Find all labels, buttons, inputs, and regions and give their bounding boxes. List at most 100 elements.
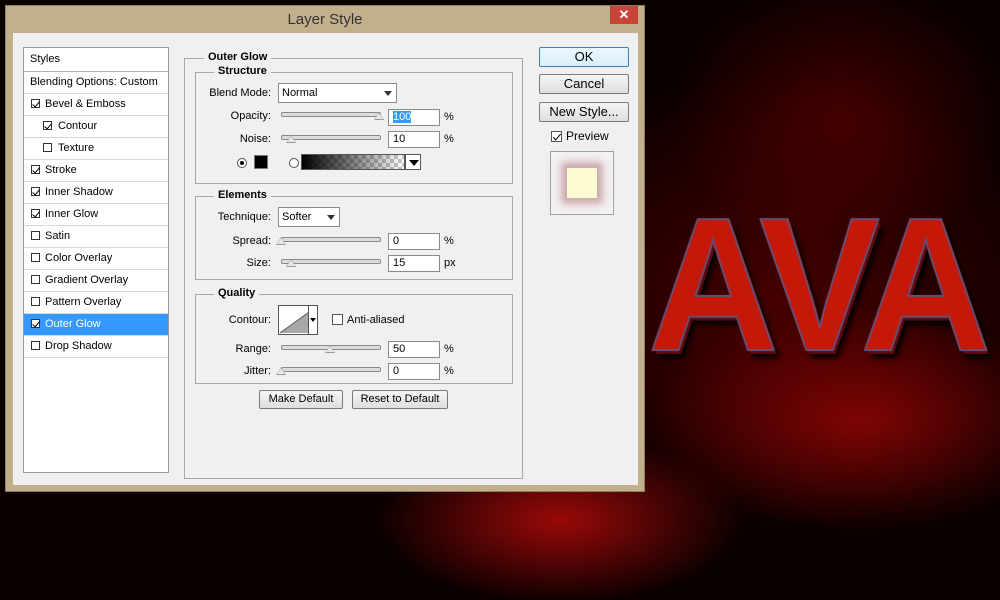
range-input[interactable]: 50	[388, 341, 440, 358]
technique-value: Softer	[282, 211, 312, 223]
spread-label: Spread:	[232, 235, 271, 247]
spread-input[interactable]: 0	[388, 233, 440, 250]
style-item-checkbox[interactable]	[31, 187, 40, 196]
blend-mode-value: Normal	[282, 87, 318, 99]
layer-style-dialog: Layer Style ✕ Styles Blending Options: C…	[5, 5, 645, 492]
jitter-value: 0	[393, 365, 400, 377]
elements-title: Elements	[214, 189, 271, 201]
style-item-label: Gradient Overlay	[45, 274, 129, 286]
styles-panel: Styles Blending Options: Custom Bevel & …	[23, 47, 169, 473]
ok-button[interactable]: OK	[539, 47, 629, 67]
style-item-label: Texture	[58, 142, 95, 154]
range-slider-thumb[interactable]	[325, 345, 335, 353]
structure-title: Structure	[214, 65, 271, 77]
glow-gradient-picker[interactable]	[301, 154, 405, 170]
make-default-button[interactable]: Make Default	[259, 390, 343, 409]
style-item-bevel-emboss[interactable]: Bevel & Emboss	[24, 94, 168, 116]
style-item-checkbox[interactable]	[31, 297, 40, 306]
size-label: Size:	[246, 257, 271, 269]
style-item-checkbox[interactable]	[31, 209, 40, 218]
style-item-gradient-overlay[interactable]: Gradient Overlay	[24, 270, 168, 292]
style-item-checkbox[interactable]	[31, 165, 40, 174]
style-item-pattern-overlay[interactable]: Pattern Overlay	[24, 292, 168, 314]
style-item-drop-shadow[interactable]: Drop Shadow	[24, 336, 168, 358]
opacity-slider-thumb[interactable]	[374, 112, 384, 120]
opacity-unit: %	[444, 111, 454, 123]
opacity-input[interactable]: 100	[388, 109, 440, 126]
dialog-title: Layer Style	[287, 11, 363, 28]
spread-unit: %	[444, 235, 454, 247]
title-bar[interactable]: Layer Style ✕	[6, 6, 644, 33]
style-item-label: Contour	[58, 120, 98, 132]
style-item-stroke[interactable]: Stroke	[24, 160, 168, 182]
range-unit: %	[444, 343, 454, 355]
noise-value: 10	[393, 133, 406, 145]
style-item-checkbox[interactable]	[31, 231, 40, 240]
style-item-color-overlay[interactable]: Color Overlay	[24, 248, 168, 270]
style-item-inner-glow[interactable]: Inner Glow	[24, 204, 168, 226]
gradient-dropdown-button[interactable]	[405, 154, 421, 170]
noise-slider[interactable]	[281, 135, 381, 140]
style-item-label: Satin	[45, 230, 71, 242]
new-style-button[interactable]: New Style...	[539, 102, 629, 122]
anti-aliased-label: Anti-aliased	[347, 314, 405, 326]
style-item-checkbox[interactable]	[31, 275, 40, 284]
style-item-checkbox[interactable]	[43, 121, 52, 130]
close-button[interactable]: ✕	[610, 6, 638, 24]
noise-unit: %	[444, 133, 454, 145]
jitter-slider[interactable]	[281, 367, 381, 372]
contour-label: Contour:	[228, 314, 271, 326]
opacity-value: 100	[393, 111, 412, 123]
style-item-outer-glow[interactable]: Outer Glow	[24, 314, 168, 336]
style-item-label: Stroke	[45, 164, 77, 176]
styles-header-label: Styles	[30, 53, 60, 65]
size-slider-thumb[interactable]	[285, 259, 296, 267]
style-item-label: Bevel & Emboss	[45, 98, 126, 110]
style-item-label: Outer Glow	[45, 318, 101, 330]
close-icon: ✕	[618, 7, 630, 22]
noise-slider-thumb[interactable]	[285, 135, 296, 143]
style-item-satin[interactable]: Satin	[24, 226, 168, 248]
range-label: Range:	[235, 343, 271, 355]
glow-color-swatch[interactable]	[254, 155, 268, 169]
preview-swatch	[567, 168, 597, 198]
preview-label: Preview	[566, 129, 609, 143]
style-item-checkbox[interactable]	[31, 341, 40, 350]
size-input[interactable]: 15	[388, 255, 440, 272]
spread-value: 0	[393, 235, 400, 247]
reset-to-default-button[interactable]: Reset to Default	[352, 390, 448, 409]
style-item-inner-shadow[interactable]: Inner Shadow	[24, 182, 168, 204]
opacity-label: Opacity:	[230, 110, 271, 122]
color-radio[interactable]	[237, 158, 247, 168]
noise-input[interactable]: 10	[388, 131, 440, 148]
gradient-radio[interactable]	[289, 158, 299, 168]
style-item-label: Inner Glow	[45, 208, 99, 220]
contour-dropdown-button[interactable]	[308, 305, 318, 335]
blending-options-item[interactable]: Blending Options: Custom	[24, 72, 168, 94]
blend-mode-dropdown[interactable]: Normal	[278, 83, 397, 103]
style-item-checkbox[interactable]	[31, 319, 40, 328]
size-slider[interactable]	[281, 259, 381, 264]
opacity-slider[interactable]	[281, 112, 381, 117]
style-item-contour[interactable]: Contour	[24, 116, 168, 138]
style-item-label: Pattern Overlay	[45, 296, 122, 308]
styles-header[interactable]: Styles	[24, 48, 168, 72]
spread-slider[interactable]	[281, 237, 381, 242]
style-item-texture[interactable]: Texture	[24, 138, 168, 160]
jitter-input[interactable]: 0	[388, 363, 440, 380]
chevron-down-icon	[384, 91, 392, 96]
preview-checkbox[interactable]	[551, 131, 562, 142]
style-item-checkbox[interactable]	[43, 143, 52, 152]
range-value: 50	[393, 343, 406, 355]
style-preview-thumbnail	[550, 151, 614, 215]
style-item-checkbox[interactable]	[31, 253, 40, 262]
cancel-button[interactable]: Cancel	[539, 74, 629, 94]
anti-aliased-checkbox[interactable]	[332, 314, 343, 325]
chevron-down-icon	[409, 160, 419, 166]
spread-slider-thumb[interactable]	[276, 237, 286, 245]
technique-dropdown[interactable]: Softer	[278, 207, 340, 227]
jitter-slider-thumb[interactable]	[276, 367, 286, 375]
chevron-down-icon	[310, 318, 316, 322]
style-item-checkbox[interactable]	[31, 99, 40, 108]
technique-label: Technique:	[217, 211, 271, 223]
